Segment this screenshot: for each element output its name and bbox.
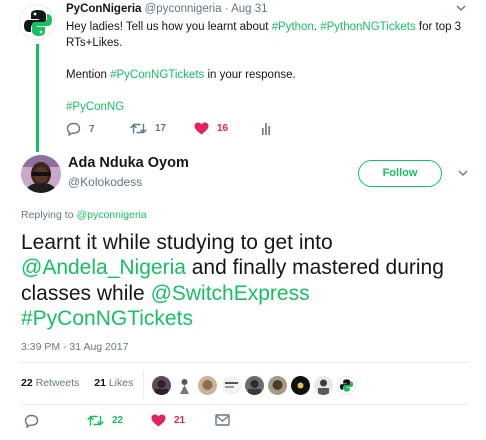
reply-icon (66, 122, 81, 136)
retweets-stat-count: 22 (21, 377, 33, 389)
retweet-count: 22 (112, 415, 124, 426)
liker-avatar[interactable] (337, 376, 356, 395)
author-avatar[interactable] (21, 155, 61, 193)
main-action-bar: 22 21 (21, 414, 281, 432)
retweet-icon (130, 123, 147, 134)
parent-action-bar: 7 17 16 (66, 122, 296, 140)
retweet-count: 17 (155, 123, 167, 134)
thread-line (36, 44, 39, 152)
chevron-down-icon[interactable] (458, 169, 468, 180)
parent-avatar[interactable] (19, 4, 55, 40)
like-count: 16 (217, 123, 229, 134)
heart-icon (194, 122, 209, 135)
main-tweet-text: Learnt it while studying to get into @An… (21, 230, 473, 331)
hashtag-pyconngtickets-link[interactable]: #PyConNGTickets (21, 307, 193, 330)
like-count: 21 (174, 415, 186, 426)
tweet-timestamp[interactable]: 3:39 PM - 31 Aug 2017 (21, 341, 128, 353)
retweet-button[interactable]: 17 (130, 122, 166, 135)
likes-stat[interactable]: 21 Likes (94, 377, 133, 389)
parent-header: PyConNigeria @pyconnigeria · Aug 31 (66, 3, 268, 15)
mention-switchexpress-link[interactable]: @SwitchExpress (151, 282, 310, 305)
reply-button[interactable]: 7 (66, 122, 95, 136)
liker-avatar[interactable] (245, 376, 264, 395)
parent-handle-date[interactable]: @pyconnigeria · Aug 31 (145, 3, 268, 15)
parent-tweet-text: Hey ladies! Tell us how you learnt about… (66, 19, 466, 115)
parent-text-segment: Mention (66, 69, 111, 81)
parent-text-segment: in your response. (204, 69, 296, 81)
hashtag-pyconngtickets-link[interactable]: #PyConNGTickets (110, 69, 204, 81)
like-button[interactable]: 21 (151, 414, 185, 427)
likes-stat-count: 21 (94, 377, 106, 389)
mail-icon (215, 414, 230, 426)
follow-button[interactable]: Follow (358, 160, 442, 187)
direct-message-button[interactable] (215, 414, 230, 426)
analytics-icon (262, 123, 270, 135)
replying-label: Replying to (21, 209, 77, 221)
retweets-stat[interactable]: 22 Retweets (21, 377, 79, 389)
divider (21, 362, 469, 363)
parent-text-segment: Hey ladies! Tell us how you learnt about (66, 21, 272, 33)
liker-avatar[interactable] (314, 376, 333, 395)
retweets-stat-label: Retweets (35, 377, 80, 389)
replying-to-link[interactable]: @pyconnigeria (76, 209, 146, 221)
liker-avatar[interactable] (222, 376, 241, 395)
retweet-icon (87, 415, 104, 426)
divider (21, 404, 469, 405)
heart-icon (151, 414, 166, 427)
reply-button[interactable] (24, 414, 39, 428)
author-handle[interactable]: @Kolokodess (68, 175, 142, 189)
replying-to: Replying to @pyconnigeria (21, 209, 147, 221)
hashtag-python-link[interactable]: #Python (272, 21, 314, 33)
author-display-name[interactable]: Ada Nduka Oyom (68, 155, 189, 171)
avatar-photo-icon (21, 155, 61, 193)
python-logo-icon (21, 6, 54, 39)
liker-avatar[interactable] (268, 376, 287, 395)
likes-stat-label: Likes (108, 377, 134, 389)
like-button[interactable]: 16 (194, 122, 228, 135)
chevron-down-icon[interactable] (456, 4, 466, 15)
tweet-text-segment: Learnt it while studying to get into (21, 231, 333, 254)
tweet-stats: 22 Retweets 21 Likes (21, 377, 133, 389)
mention-andela-link[interactable]: @Andela_Nigeria (21, 256, 186, 279)
liker-avatar[interactable] (291, 376, 310, 395)
reply-icon (24, 414, 39, 428)
stats-divider (143, 371, 144, 398)
retweet-button[interactable]: 22 (87, 414, 123, 427)
hashtag-pyconng-link[interactable]: #PyConNG (66, 101, 124, 113)
reply-count: 7 (89, 123, 95, 135)
liker-avatar[interactable] (175, 376, 194, 395)
parent-display-name[interactable]: PyConNigeria (66, 3, 141, 15)
hashtag-pythonngtickets-link[interactable]: #PythonNGTickets (320, 21, 415, 33)
analytics-button[interactable] (261, 122, 271, 135)
liker-avatar[interactable] (198, 376, 217, 395)
liker-avatar[interactable] (152, 376, 171, 395)
